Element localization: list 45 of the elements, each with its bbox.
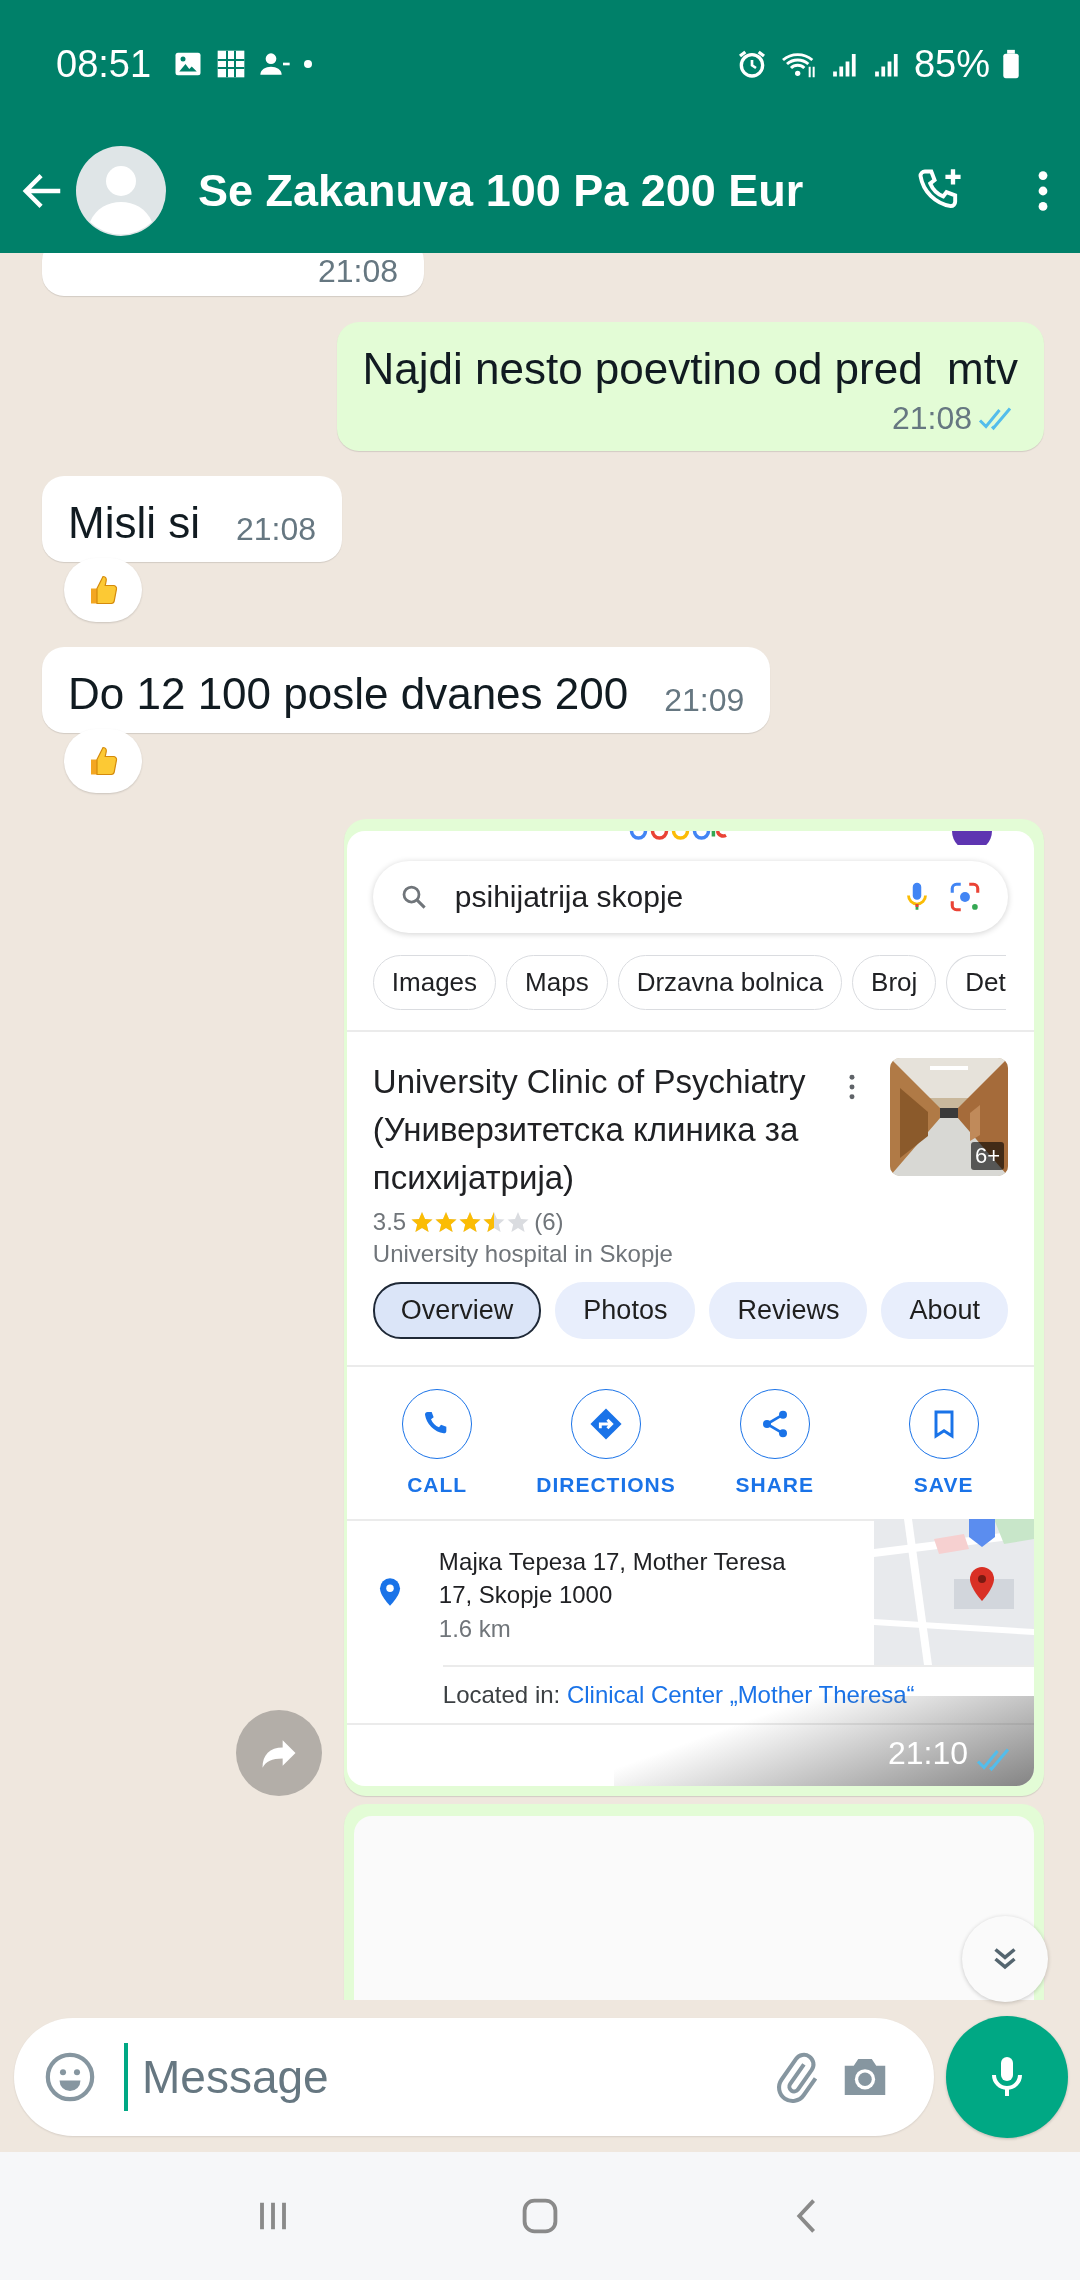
message-field[interactable]: Message bbox=[14, 2018, 934, 2136]
reaction-badge[interactable] bbox=[64, 558, 142, 622]
distance-text: 1.6 km bbox=[438, 1615, 512, 1643]
dot-icon bbox=[303, 59, 314, 69]
message-time: 21:08 bbox=[236, 511, 317, 548]
place-category: University hospital in Skopje bbox=[372, 1240, 674, 1268]
message-bubble[interactable]: Do 12 100 posle dvanes 200 21:09 bbox=[42, 647, 771, 733]
battery-percent: 85% bbox=[913, 42, 990, 86]
rating-value: 3.5 bbox=[372, 1208, 407, 1236]
address-text[interactable]: Мајка Тереза 17, Mother Teresa 17, Skopje 1000 bbox=[438, 1545, 809, 1611]
place-tab[interactable]: Overview bbox=[372, 1282, 542, 1339]
more-icon[interactable] bbox=[848, 1074, 856, 1100]
message-time: 21:08 bbox=[318, 253, 399, 290]
action-button[interactable]: CALL bbox=[357, 1389, 518, 1497]
search-field[interactable]: psihijatrija skopje bbox=[372, 861, 1008, 933]
place-tab[interactable]: Photos bbox=[555, 1282, 696, 1339]
place-tab[interactable]: Reviews bbox=[709, 1282, 868, 1339]
chat-title[interactable]: Se Zakanuva 100 Pa 200 Eur bbox=[198, 164, 900, 217]
camera-lens-icon[interactable] bbox=[948, 880, 982, 914]
menu-icon[interactable] bbox=[1036, 168, 1050, 213]
message-bubble[interactable]: Najdi nesto poevtino od pred mtv 21:08 bbox=[336, 322, 1044, 451]
reaction-badge[interactable] bbox=[64, 729, 142, 793]
action-button[interactable]: DIRECTIONS bbox=[526, 1389, 686, 1497]
battery-icon bbox=[1002, 48, 1020, 80]
action-button[interactable]: SHARE bbox=[694, 1389, 855, 1497]
message-input[interactable]: Message bbox=[142, 2050, 756, 2104]
status-time: 08:51 bbox=[56, 42, 152, 86]
message-text: Misli si bbox=[68, 498, 200, 548]
avatar-icon[interactable] bbox=[76, 145, 166, 236]
message-time: 21:08 bbox=[891, 400, 972, 437]
message-text: Do 12 100 posle dvanes 200 bbox=[68, 669, 629, 719]
action-button[interactable]: SAVE bbox=[863, 1389, 1024, 1497]
located-in-text: Located in: Clinical Center „Mother Theresa“ bbox=[442, 1681, 915, 1708]
message-text: Najdi nesto poevtino od pred mtv bbox=[362, 344, 1018, 394]
place-tab[interactable]: About bbox=[881, 1282, 1008, 1339]
message-bubble[interactable]: Misli si 21:08 bbox=[42, 476, 343, 562]
message-time: 21:09 bbox=[664, 682, 745, 719]
message-time: 21:10 bbox=[887, 1735, 968, 1772]
avatar-icon bbox=[952, 831, 992, 845]
located-in-link[interactable]: Clinical Center „Mother Theresa“ bbox=[566, 1681, 915, 1708]
message-bubble[interactable]: 21:08 bbox=[42, 253, 425, 296]
place-name[interactable]: University Clinic of Psychiatry (Универзитетска клиника за психијатрија) bbox=[372, 1058, 813, 1202]
photo-count: 6+ bbox=[970, 1142, 1004, 1170]
review-count[interactable]: (6) bbox=[534, 1208, 564, 1236]
directions-icon bbox=[589, 1407, 623, 1441]
